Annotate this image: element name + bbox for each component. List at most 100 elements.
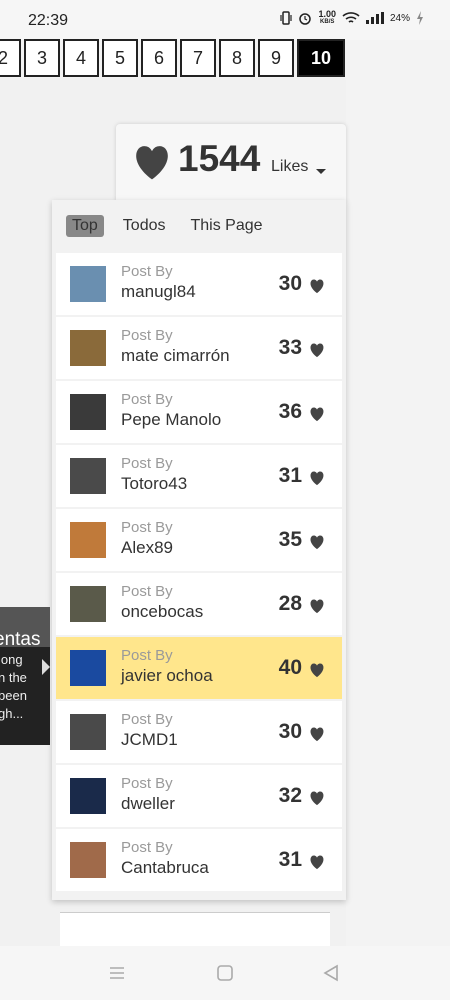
avatar[interactable] [70, 714, 106, 750]
like-count: 40 [278, 656, 302, 679]
status-time: 22:39 [28, 12, 69, 29]
next-section-card [60, 912, 330, 946]
like-count: 32 [278, 784, 302, 807]
heart-icon[interactable] [307, 725, 327, 743]
like-list-row[interactable]: Post By javier ochoa 40 [56, 637, 342, 699]
avatar[interactable] [70, 842, 106, 878]
like-list-row[interactable]: Post By mate cimarrón 33 [56, 317, 342, 379]
net-speed-unit: KB/S [320, 19, 335, 25]
avatar[interactable] [70, 394, 106, 430]
avatar[interactable] [70, 778, 106, 814]
like-list-row[interactable]: Post By Totoro43 31 [56, 445, 342, 507]
side-card-text: long n the been gh... [0, 651, 27, 723]
post-by-label: Post By [121, 647, 173, 664]
likes-label: Likes [271, 158, 309, 175]
like-list-row[interactable]: Post By manugl84 30 [56, 253, 342, 315]
net-speed: 1.00 KB/S [318, 10, 336, 26]
like-count: 35 [278, 528, 302, 551]
heart-icon[interactable] [307, 533, 327, 551]
menu-icon[interactable] [106, 962, 128, 984]
status-icons: 1.00 KB/S 24% [280, 10, 424, 26]
page-button-2[interactable]: 2 [0, 39, 21, 77]
post-by-label: Post By [121, 519, 173, 536]
like-list-row[interactable]: Post By Cantabruca 31 [56, 829, 342, 891]
likes-count: 1544 [178, 138, 261, 179]
side-card-line: n the [0, 670, 27, 685]
battery-level: 24% [389, 12, 410, 24]
chevron-down-icon[interactable] [316, 169, 326, 174]
net-speed-value: 1.00 [318, 9, 336, 19]
like-list-row[interactable]: Post By oncebocas 28 [56, 573, 342, 635]
page-button-3[interactable]: 3 [24, 39, 60, 77]
like-count: 36 [278, 400, 302, 423]
page-button-6[interactable]: 6 [141, 39, 177, 77]
author-name[interactable]: javier ochoa [121, 666, 213, 686]
wifi-icon [342, 12, 360, 23]
like-count: 33 [278, 336, 302, 359]
author-name[interactable]: dweller [121, 794, 175, 814]
side-preview-card[interactable]: entas long n the been gh... [0, 607, 50, 745]
page-button-10[interactable]: 10 [297, 39, 345, 77]
post-by-label: Post By [121, 327, 173, 344]
author-name[interactable]: oncebocas [121, 602, 203, 622]
side-card-line: long [0, 652, 23, 667]
back-icon[interactable] [320, 962, 342, 984]
filter-tabs: Top Todos This Page [66, 215, 269, 237]
like-list-row[interactable]: Post By JCMD1 30 [56, 701, 342, 763]
page-button-7[interactable]: 7 [180, 39, 216, 77]
like-list-row[interactable]: Post By Pepe Manolo 36 [56, 381, 342, 443]
side-card-line: been [0, 688, 27, 703]
post-by-label: Post By [121, 583, 173, 600]
status-bar: 22:39 1.00 KB/S 24% [0, 0, 450, 40]
page-button-8[interactable]: 8 [219, 39, 255, 77]
author-name[interactable]: Pepe Manolo [121, 410, 221, 430]
post-by-label: Post By [121, 711, 173, 728]
like-list-row[interactable]: Post By dweller 32 [56, 765, 342, 827]
avatar[interactable] [70, 650, 106, 686]
like-count: 30 [278, 272, 302, 295]
author-name[interactable]: Alex89 [121, 538, 173, 558]
author-name[interactable]: manugl84 [121, 282, 196, 302]
like-count: 28 [278, 592, 302, 615]
likes-panel: Top Todos This Page Post By manugl84 30 Post … [52, 200, 346, 900]
side-card-arrow [42, 659, 50, 675]
page-button-4[interactable]: 4 [63, 39, 99, 77]
tab-this-page[interactable]: This Page [185, 215, 269, 237]
heart-icon [136, 146, 168, 180]
battery-charging-icon [417, 11, 423, 25]
author-name[interactable]: mate cimarrón [121, 346, 230, 366]
heart-icon[interactable] [307, 469, 327, 487]
like-count: 31 [278, 848, 302, 871]
heart-icon[interactable] [307, 405, 327, 423]
author-name[interactable]: Totoro43 [121, 474, 187, 494]
avatar[interactable] [70, 266, 106, 302]
avatar[interactable] [70, 586, 106, 622]
tab-todos[interactable]: Todos [117, 215, 172, 237]
avatar[interactable] [70, 458, 106, 494]
heart-icon[interactable] [307, 789, 327, 807]
vibrate-icon [280, 11, 293, 25]
home-icon[interactable] [214, 962, 236, 984]
author-name[interactable]: JCMD1 [121, 730, 178, 750]
heart-icon[interactable] [307, 341, 327, 359]
author-name[interactable]: Cantabruca [121, 858, 209, 878]
likes-summary[interactable]: 1544 Likes [116, 124, 346, 204]
pagination: 2 3 4 5 6 7 8 9 10 [0, 39, 348, 77]
heart-icon[interactable] [307, 597, 327, 615]
heart-icon[interactable] [307, 853, 327, 871]
avatar[interactable] [70, 522, 106, 558]
side-card-line: gh... [0, 706, 24, 721]
heart-icon[interactable] [307, 661, 327, 679]
post-by-label: Post By [121, 839, 173, 856]
heart-icon[interactable] [307, 277, 327, 295]
system-nav-bar [0, 946, 450, 1000]
post-by-label: Post By [121, 391, 173, 408]
tab-top[interactable]: Top [66, 215, 104, 237]
post-by-label: Post By [121, 775, 173, 792]
avatar[interactable] [70, 330, 106, 366]
like-list-row[interactable]: Post By Alex89 35 [56, 509, 342, 571]
page-button-9[interactable]: 9 [258, 39, 294, 77]
side-card-title: entas [0, 629, 41, 650]
page-button-5[interactable]: 5 [102, 39, 138, 77]
side-card-header: entas [0, 607, 50, 650]
